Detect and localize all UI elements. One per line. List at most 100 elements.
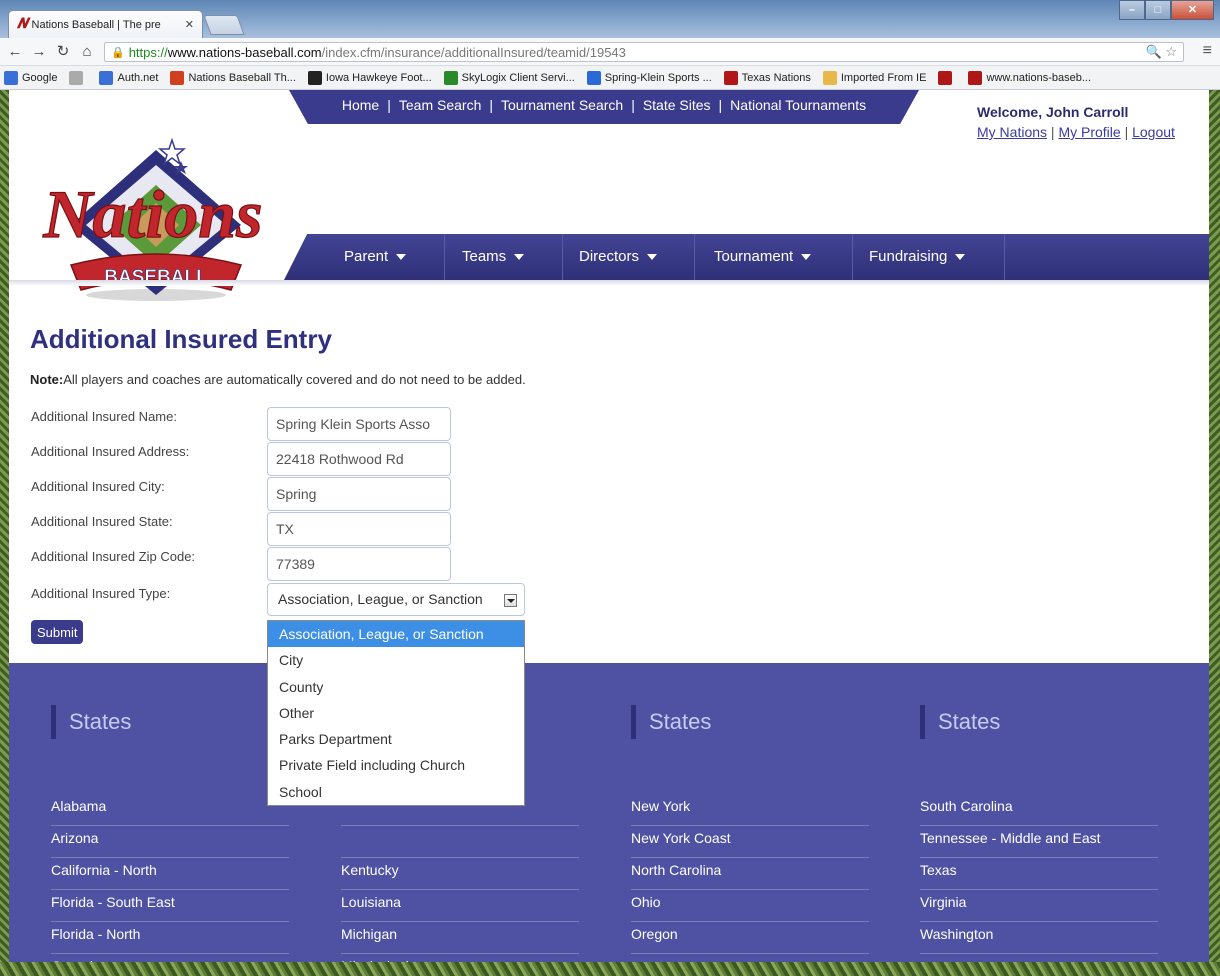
dropdown-option[interactable]: City [268,647,524,673]
bookmark-favicon-icon [723,70,738,85]
state-link[interactable]: Tennessee - Middle and East [920,826,1158,858]
caret-down-icon [955,254,966,261]
url-domain: www.nations-baseball.com [167,44,322,60]
chevron-down-icon[interactable] [504,594,517,607]
browser-tab[interactable]: 𝑵 Nations Baseball | The pre ✕ [8,10,203,38]
topnav-item[interactable]: National Tournaments [730,97,866,113]
bookmark-item[interactable]: Nations Baseball Th... [170,70,296,85]
close-window-button[interactable]: ✕ [1171,0,1214,20]
submit-button[interactable]: Submit [31,620,84,644]
bookmark-item[interactable]: www.nations-baseb... [968,70,1091,85]
state-link[interactable]: Virginia [920,890,1158,922]
bookmark-item[interactable]: Texas Nations [723,70,811,85]
nav-divider [852,234,853,280]
my-nations-link[interactable]: My Nations [977,124,1047,140]
bookmark-label: Iowa Hawkeye Foot... [325,71,432,84]
state-link[interactable]: Washington [920,922,1158,954]
state-link[interactable]: Texas [920,858,1158,890]
bookmark-favicon-icon [586,70,601,85]
logo-script-text: Nations [42,176,262,252]
state-link[interactable]: Alabama [51,794,289,826]
state-link[interactable]: Arizona [51,826,289,858]
forward-arrow-icon[interactable]: → [30,43,48,61]
browser-menu-icon[interactable]: ≡ [1203,42,1212,60]
nav-divider [562,234,563,280]
background-grass-bottom [0,962,1220,976]
state-link[interactable]: Louisiana [341,890,579,922]
field-input[interactable] [267,512,451,546]
lock-icon: 🔒 [111,46,125,59]
dropdown-option[interactable]: School [268,779,524,805]
bookmark-item[interactable] [938,70,956,85]
state-link[interactable]: Florida - North [51,922,289,954]
maximize-button[interactable]: □ [1145,0,1171,20]
nav-divider [694,234,695,280]
bookmarks-bar: Google Auth.net Nations Baseball Th... Iowa… [0,66,1220,90]
bookmark-item[interactable]: Iowa Hawkeye Foot... [307,70,432,85]
new-tab-button[interactable] [203,15,245,35]
account-links: My Nations | My Profile | Logout [977,124,1175,140]
field-input[interactable] [267,407,451,441]
bookmark-item[interactable]: Google [4,70,58,85]
dropdown-option[interactable]: Private Field including Church [268,752,524,778]
state-link[interactable]: Ohio [631,890,869,922]
topnav-item[interactable]: Tournament Search [501,97,623,113]
field-label: Additional Insured Zip Code: [31,549,196,564]
mainnav-item[interactable]: Fundraising [869,234,966,280]
state-link[interactable]: North Carolina [631,858,869,890]
dropdown-option[interactable]: Parks Department [268,726,524,752]
bookmark-favicon-icon [4,70,18,85]
note-text: All players and coaches are automaticall… [63,372,526,387]
browser-toolbar: ← → ↻ ⌂ 🔒 https://www.nations-baseball.c… [0,38,1220,66]
mainnav-item[interactable]: Teams [462,234,525,280]
bookmark-label: Spring-Klein Sports ... [604,71,712,84]
dropdown-option[interactable]: County [268,674,524,700]
topnav-item[interactable]: Home [342,97,379,113]
field-input[interactable] [267,547,451,581]
tab-title: Nations Baseball | The pre [31,18,161,31]
states-heading: States [631,705,711,739]
logout-link[interactable]: Logout [1132,124,1175,140]
minimize-button[interactable]: – [1119,0,1145,20]
dropdown-option[interactable]: Association, League, or Sanction [268,621,524,648]
topnav-item[interactable]: Team Search [399,97,481,113]
state-link[interactable]: Oregon [631,922,869,954]
bookmark-item[interactable]: Spring-Klein Sports ... [586,70,712,85]
state-link[interactable]: Michigan [341,922,579,954]
state-link[interactable]: Kentucky [341,858,579,890]
back-arrow-icon[interactable]: ← [6,43,24,61]
bookmark-favicon-icon [443,70,458,85]
state-link[interactable]: California - North [51,858,289,890]
field-input[interactable] [267,442,451,476]
state-link[interactable]: New York Coast [631,826,869,858]
nations-baseball-logo[interactable]: Nations BASEBALL [31,125,281,345]
mainnav-label: Teams [462,248,507,265]
bookmark-item[interactable]: Imported From IE [822,70,927,85]
bookmark-item[interactable] [69,70,87,85]
topnav-item[interactable]: State Sites [643,97,711,113]
state-link[interactable]: New York [631,794,869,826]
state-link[interactable]: South Carolina [920,794,1158,826]
nations-favicon-icon: 𝑵 [17,16,28,32]
states-heading: States [51,705,131,739]
bookmark-favicon-icon [307,70,322,85]
home-icon[interactable]: ⌂ [78,43,96,61]
address-bar[interactable]: 🔒 https://www.nations-baseball.com/index… [104,42,1184,62]
mainnav-item[interactable]: Tournament [714,234,812,280]
insured-type-select[interactable]: Association, League, or Sanction [267,583,525,616]
mainnav-item[interactable]: Parent [344,234,407,280]
reload-icon[interactable]: ↻ [54,43,72,61]
my-profile-link[interactable]: My Profile [1058,124,1120,140]
bookmark-label: SkyLogix Client Servi... [461,71,575,84]
dropdown-option[interactable]: Other [268,700,524,726]
zoom-and-star-icon[interactable]: 🔍 ☆ [1146,44,1177,60]
close-tab-icon[interactable]: ✕ [185,18,194,31]
bookmark-label: Imported From IE [840,71,927,84]
bookmark-item[interactable]: Auth.net [99,70,158,85]
bookmark-item[interactable]: SkyLogix Client Servi... [443,70,575,85]
field-input[interactable] [267,477,451,511]
state-link[interactable]: Florida - South East [51,890,289,922]
bookmark-label: Google [22,71,58,84]
bookmark-favicon-icon [170,70,185,85]
mainnav-item[interactable]: Directors [579,234,658,280]
